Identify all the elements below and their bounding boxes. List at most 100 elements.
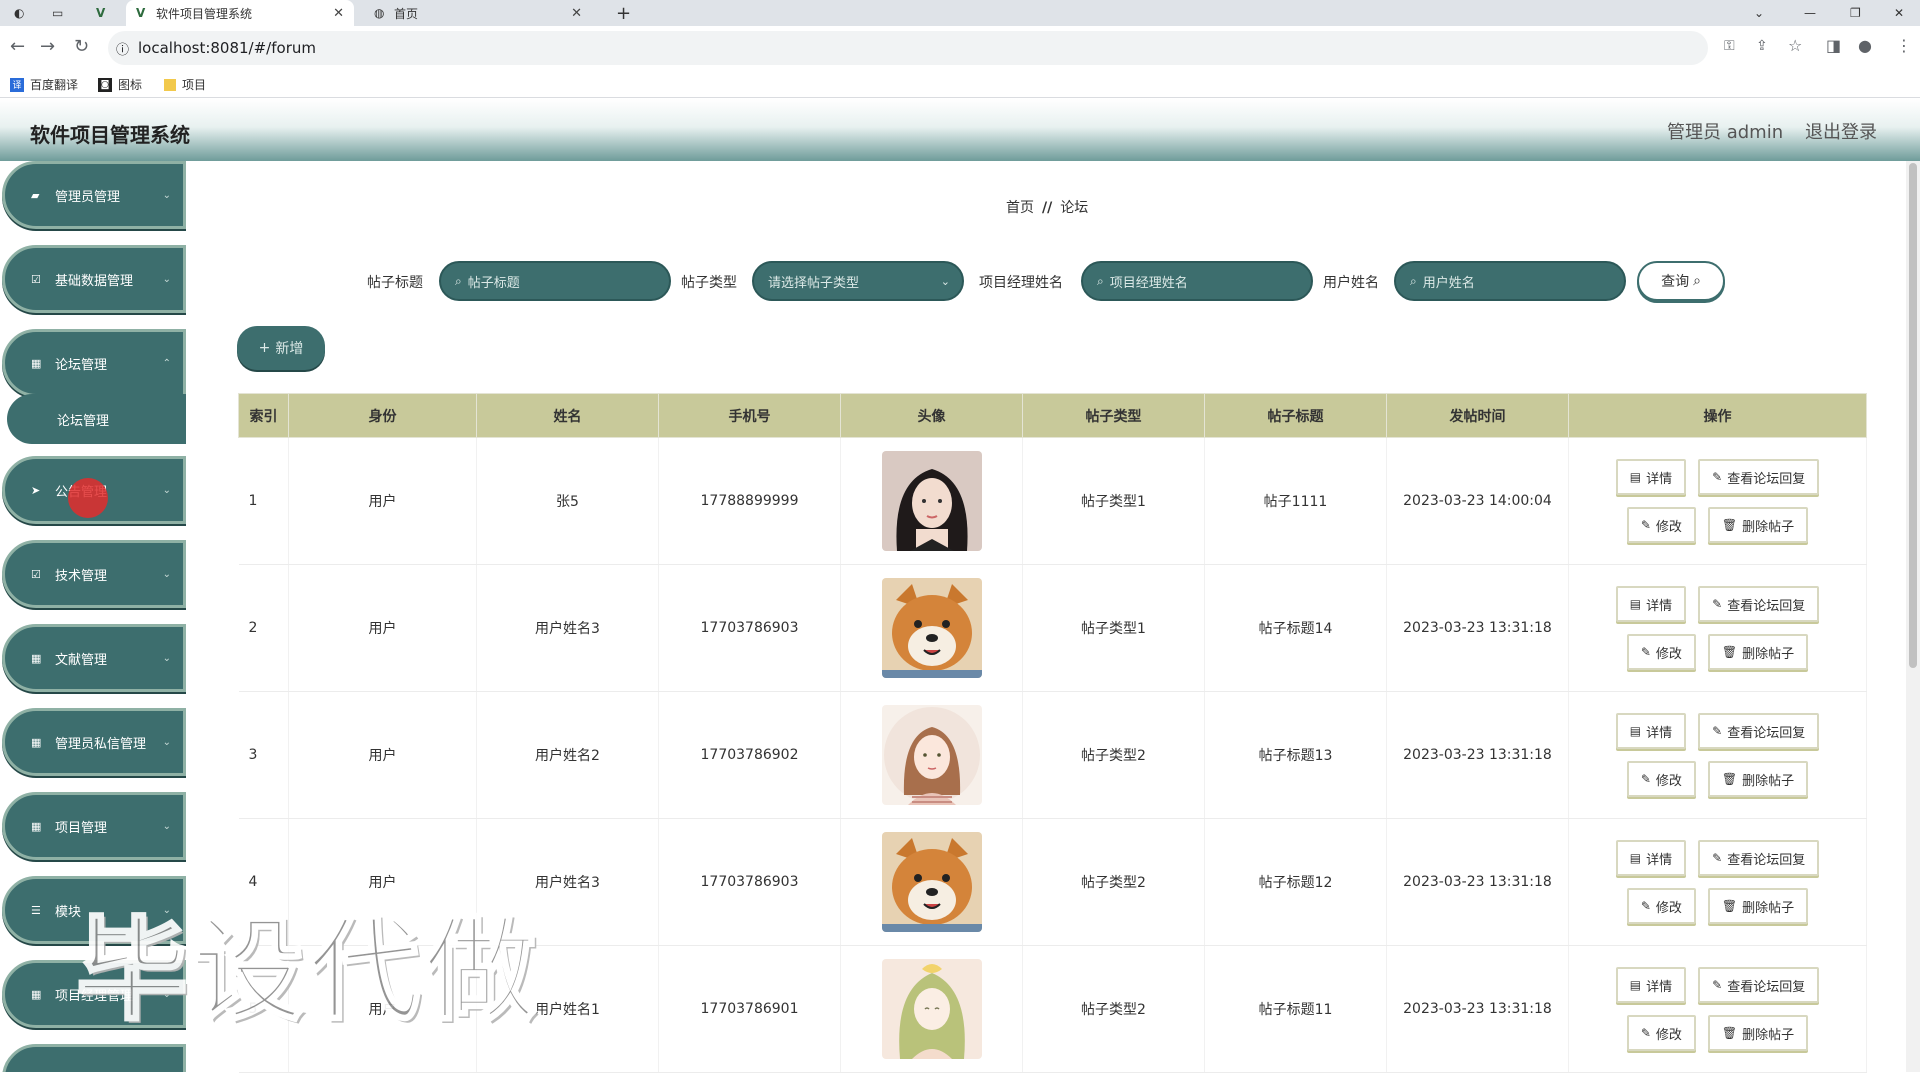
- vue-tab-icon[interactable]: V: [96, 0, 105, 26]
- delete-label: 删除帖子: [1742, 773, 1795, 789]
- user-search-input[interactable]: ⌕ 用户姓名: [1394, 261, 1626, 301]
- sidebar-item-forum[interactable]: ▦ 论坛管理 ⌃: [2, 329, 186, 397]
- search-icon: ⌕: [1693, 273, 1701, 289]
- cell-type: 帖子类型2: [1022, 818, 1205, 946]
- grid-icon: ▦: [31, 735, 42, 749]
- list-icon: ☰: [31, 903, 41, 917]
- sidebar-item-more[interactable]: [2, 1044, 186, 1072]
- key-icon[interactable]: ⚿: [1724, 38, 1735, 54]
- edit-button[interactable]: ✎ 修改: [1626, 507, 1696, 543]
- star-icon[interactable]: ☆: [1788, 36, 1802, 55]
- view-replies-button[interactable]: ✎ 查看论坛回复: [1698, 459, 1820, 495]
- detail-button[interactable]: ▤ 详情: [1615, 713, 1687, 749]
- sidebar-item-label: 文献管理: [55, 652, 108, 668]
- view-replies-label: 查看论坛回复: [1727, 598, 1806, 614]
- profile-icon[interactable]: ●: [1858, 36, 1872, 55]
- avatar: [881, 578, 982, 678]
- cursor-highlight: [68, 478, 108, 518]
- logout-link[interactable]: 退出登录: [1805, 118, 1877, 144]
- add-button[interactable]: + 新增: [237, 326, 325, 370]
- tab-active[interactable]: V 软件项目管理系统 ✕: [126, 0, 354, 26]
- breadcrumb-home[interactable]: 首页: [1006, 200, 1034, 216]
- window-close-icon[interactable]: ✕: [1894, 0, 1904, 26]
- trash-icon: 🗑: [1721, 1026, 1738, 1040]
- document-icon: ▤: [1629, 470, 1642, 484]
- detail-button[interactable]: ▤ 详情: [1615, 840, 1687, 876]
- edit-icon: ✎: [1712, 724, 1723, 738]
- bookmark-project[interactable]: 项目: [164, 76, 206, 93]
- type-select[interactable]: 请选择帖子类型 ⌄: [752, 261, 964, 301]
- share-icon[interactable]: ⇪: [1756, 38, 1768, 54]
- sidebar-item-literature[interactable]: ▦ 文献管理 ⌄: [2, 624, 186, 692]
- iconfont-icon: ◙: [98, 77, 112, 92]
- view-replies-label: 查看论坛回复: [1727, 852, 1806, 868]
- sidebar-item-projects[interactable]: ▦ 项目管理 ⌄: [2, 792, 186, 860]
- back-icon[interactable]: ←: [10, 36, 25, 57]
- globe-icon: ◍: [374, 6, 385, 20]
- browser-app-icon[interactable]: ◐: [14, 0, 24, 26]
- menu-icon[interactable]: ⋮: [1896, 36, 1912, 55]
- delete-button[interactable]: 🗑 删除帖子: [1707, 634, 1809, 670]
- tab-list-icon[interactable]: ⌄: [1754, 0, 1764, 26]
- sidebar-item-tech[interactable]: ☑ 技术管理 ⌄: [2, 540, 186, 608]
- delete-button[interactable]: 🗑 删除帖子: [1707, 507, 1809, 543]
- app-title: 软件项目管理系统: [30, 123, 190, 147]
- sidepanel-icon[interactable]: ◨: [1826, 36, 1841, 55]
- sidebar-item-label: 管理员管理: [55, 189, 121, 205]
- cell-index: 2: [238, 564, 289, 692]
- detail-label: 详情: [1646, 598, 1673, 614]
- sidebar-item-admin[interactable]: ▰ 管理员管理 ⌄: [2, 161, 186, 229]
- title-label: 帖子标题: [367, 275, 423, 291]
- minimize-icon[interactable]: —: [1804, 0, 1816, 26]
- scrollbar-thumb[interactable]: [1909, 163, 1917, 668]
- detail-button[interactable]: ▤ 详情: [1615, 586, 1687, 622]
- close-icon[interactable]: ✕: [333, 6, 344, 21]
- edit-label: 修改: [1655, 900, 1682, 916]
- cell-phone: 17788899999: [658, 437, 841, 565]
- view-replies-button[interactable]: ✎ 查看论坛回复: [1698, 967, 1820, 1003]
- forward-icon[interactable]: →: [40, 36, 55, 57]
- breadcrumb-current: 论坛: [1060, 200, 1089, 216]
- bookmark-icons[interactable]: ◙ 图标: [98, 76, 142, 93]
- search-icon: ⌕: [1410, 273, 1417, 288]
- bookmark-baidu-translate[interactable]: 译 百度翻译: [10, 76, 78, 93]
- title-search-input[interactable]: ⌕ 帖子标题: [439, 261, 671, 301]
- edit-label: 修改: [1655, 646, 1682, 662]
- restore-icon[interactable]: ❐: [1850, 0, 1861, 26]
- edit-icon: ✎: [1640, 899, 1651, 913]
- view-replies-button[interactable]: ✎ 查看论坛回复: [1698, 586, 1820, 622]
- edit-button[interactable]: ✎ 修改: [1626, 888, 1696, 924]
- sidebar-subitem-forum[interactable]: 论坛管理: [7, 394, 186, 444]
- edit-button[interactable]: ✎ 修改: [1626, 761, 1696, 797]
- url-input[interactable]: ⓘ localhost:8081/#/forum: [108, 31, 1708, 65]
- view-replies-button[interactable]: ✎ 查看论坛回复: [1698, 840, 1820, 876]
- cell-identity: 用户: [288, 564, 477, 692]
- query-button[interactable]: 查询 ⌕: [1637, 261, 1725, 301]
- blank-tab-icon[interactable]: ▭: [52, 0, 68, 26]
- cell-avatar: [840, 437, 1023, 565]
- search-icon: ⌕: [455, 273, 462, 288]
- reload-icon[interactable]: ↻: [74, 36, 89, 57]
- cell-time: 2023-03-23 13:31:18: [1386, 564, 1569, 692]
- grid-icon: ▦: [31, 356, 42, 370]
- cell-type: 帖子类型2: [1022, 945, 1205, 1073]
- delete-button[interactable]: 🗑 删除帖子: [1707, 1015, 1809, 1051]
- cell-avatar: [840, 691, 1023, 819]
- sidebar-item-basic-data[interactable]: ☑ 基础数据管理 ⌄: [2, 245, 186, 313]
- new-tab-icon[interactable]: +: [616, 0, 631, 26]
- manager-search-input[interactable]: ⌕ 项目经理姓名: [1081, 261, 1313, 301]
- sidebar-item-admin-messages[interactable]: ▦ 管理员私信管理 ⌄: [2, 708, 186, 776]
- tab-inactive[interactable]: ◍ 首页 ✕: [364, 0, 592, 26]
- cell-title: 帖子标题11: [1204, 945, 1387, 1073]
- scrollbar[interactable]: [1906, 161, 1920, 1072]
- edit-button[interactable]: ✎ 修改: [1626, 634, 1696, 670]
- close-icon[interactable]: ✕: [571, 6, 582, 21]
- edit-button[interactable]: ✎ 修改: [1626, 1015, 1696, 1051]
- detail-button[interactable]: ▤ 详情: [1615, 459, 1687, 495]
- delete-button[interactable]: 🗑 删除帖子: [1707, 761, 1809, 797]
- view-replies-button[interactable]: ✎ 查看论坛回复: [1698, 713, 1820, 749]
- sidebar-item-label: 技术管理: [55, 568, 108, 584]
- type-placeholder: 请选择帖子类型: [768, 275, 860, 291]
- delete-button[interactable]: 🗑 删除帖子: [1707, 888, 1809, 924]
- detail-button[interactable]: ▤ 详情: [1615, 967, 1687, 1003]
